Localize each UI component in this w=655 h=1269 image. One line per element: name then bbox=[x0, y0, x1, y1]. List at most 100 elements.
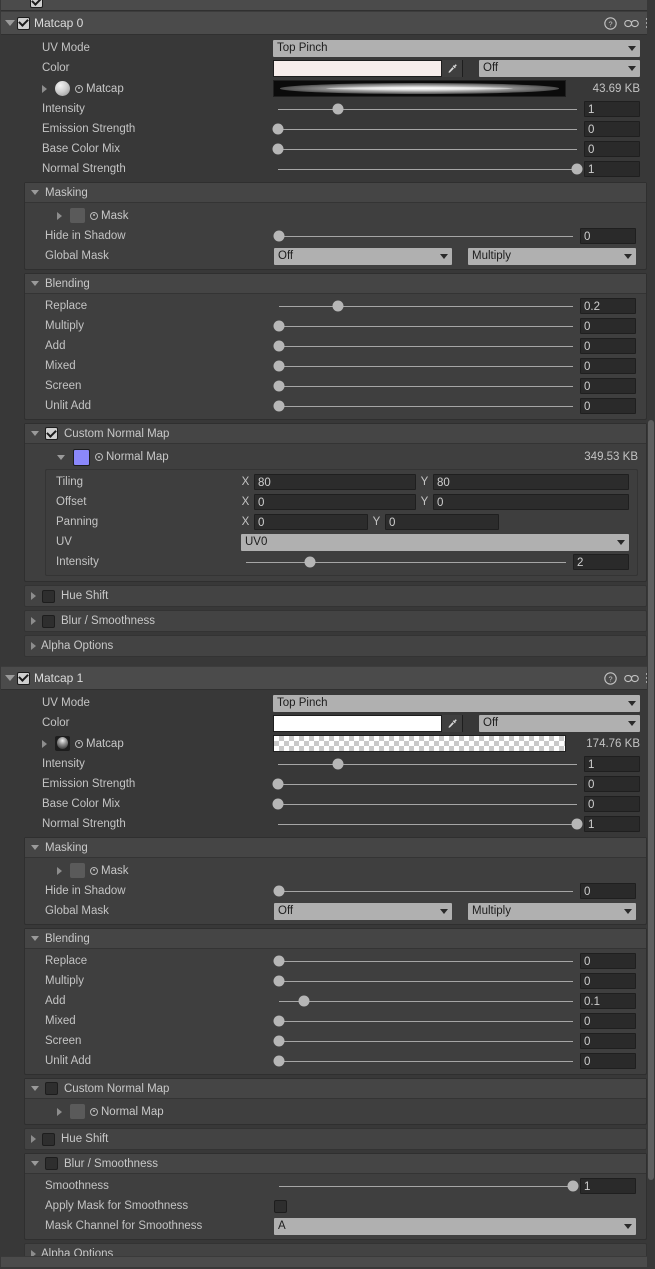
blend-replace-value[interactable]: 0 bbox=[580, 953, 636, 969]
blend-add-slider[interactable] bbox=[273, 336, 578, 356]
blend-add-value[interactable]: 0 bbox=[580, 338, 636, 354]
color-swatch[interactable] bbox=[274, 715, 441, 731]
blur-smoothness-header[interactable]: Blur / Smoothness bbox=[25, 1154, 646, 1174]
foldout-triangle-icon[interactable] bbox=[31, 1135, 36, 1143]
foldout-triangle-icon[interactable] bbox=[5, 675, 15, 681]
emission-strength-value[interactable]: 0 bbox=[584, 121, 640, 137]
object-picker-icon[interactable] bbox=[75, 739, 83, 748]
object-picker-icon[interactable] bbox=[95, 453, 103, 461]
hue-shift-section[interactable]: Hue Shift bbox=[24, 1128, 647, 1150]
blend-screen-value[interactable]: 0 bbox=[580, 1033, 636, 1049]
foldout-triangle-icon[interactable] bbox=[57, 454, 65, 460]
masking-header[interactable]: Masking bbox=[25, 183, 646, 203]
matcap-object-field[interactable]: Matcap bbox=[75, 83, 124, 95]
blend-replace-value[interactable]: 0.2 bbox=[580, 298, 636, 314]
global-mask-blend-dropdown[interactable]: Multiply bbox=[468, 902, 636, 920]
component-header-matcap-1[interactable]: Matcap 1 ? bbox=[1, 666, 654, 690]
blend-mixed-slider[interactable] bbox=[273, 1011, 578, 1031]
matcap-object-field[interactable]: Matcap bbox=[75, 738, 124, 750]
normal-strength-value[interactable]: 1 bbox=[584, 161, 640, 177]
smoothness-slider[interactable] bbox=[274, 1176, 579, 1196]
foldout-triangle-icon[interactable] bbox=[57, 866, 62, 875]
blend-replace-slider[interactable] bbox=[274, 296, 578, 316]
hide-in-shadow-value[interactable]: 0 bbox=[580, 883, 636, 899]
foldout-triangle-icon[interactable] bbox=[31, 936, 39, 941]
blend-unlit-add-slider[interactable] bbox=[273, 396, 578, 416]
blend-mixed-value[interactable]: 0 bbox=[580, 358, 636, 374]
mask-object-field[interactable]: Mask bbox=[90, 210, 128, 222]
hide-in-shadow-slider[interactable] bbox=[273, 881, 578, 901]
blend-unlit-add-slider[interactable] bbox=[273, 1051, 578, 1071]
blend-unlit-add-value[interactable]: 0 bbox=[580, 1053, 636, 1069]
apply-mask-for-smoothness-checkbox[interactable] bbox=[274, 1199, 287, 1213]
foldout-triangle-icon[interactable] bbox=[42, 84, 47, 93]
blur-smoothness-section[interactable]: Blur / Smoothness bbox=[24, 610, 647, 632]
normal-strength-slider[interactable] bbox=[273, 814, 583, 834]
offset-y-field[interactable]: 0 bbox=[433, 494, 629, 510]
base-color-mix-value[interactable]: 0 bbox=[584, 141, 640, 157]
blend-multiply-value[interactable]: 0 bbox=[580, 318, 636, 334]
base-color-mix-value[interactable]: 0 bbox=[584, 796, 640, 812]
smoothness-value[interactable]: 1 bbox=[580, 1178, 636, 1194]
eyedropper-icon[interactable] bbox=[441, 714, 462, 732]
normal-strength-slider[interactable] bbox=[273, 159, 583, 179]
hue-shift-section[interactable]: Hue Shift bbox=[24, 585, 647, 607]
alpha-options-section[interactable]: Alpha Options bbox=[24, 635, 647, 657]
help-icon[interactable]: ? bbox=[604, 16, 617, 30]
link-icon[interactable] bbox=[624, 17, 639, 30]
base-color-mix-slider[interactable] bbox=[272, 139, 582, 159]
vertical-scrollbar[interactable] bbox=[647, 0, 655, 1267]
blend-multiply-value[interactable]: 0 bbox=[580, 973, 636, 989]
foldout-triangle-icon[interactable] bbox=[31, 281, 39, 286]
foldout-triangle-icon[interactable] bbox=[31, 190, 39, 195]
color-swatch[interactable] bbox=[274, 60, 441, 76]
emission-strength-value[interactable]: 0 bbox=[584, 776, 640, 792]
color-mode-dropdown[interactable]: Off bbox=[479, 714, 640, 732]
eyedropper-icon[interactable] bbox=[441, 59, 462, 77]
object-picker-icon[interactable] bbox=[75, 84, 83, 93]
custom-normal-map-header[interactable]: Custom Normal Map bbox=[25, 1079, 646, 1099]
hide-in-shadow-slider[interactable] bbox=[273, 226, 578, 246]
blur-smoothness-checkbox[interactable] bbox=[45, 1157, 58, 1170]
hue-shift-checkbox[interactable] bbox=[42, 1132, 55, 1146]
blend-add-slider[interactable] bbox=[274, 991, 578, 1011]
panning-x-field[interactable]: 0 bbox=[254, 514, 368, 530]
base-color-mix-slider[interactable] bbox=[272, 794, 582, 814]
custom-normal-map-header[interactable]: Custom Normal Map bbox=[25, 424, 646, 444]
emission-strength-slider[interactable] bbox=[272, 119, 582, 139]
foldout-triangle-icon[interactable] bbox=[31, 617, 36, 625]
blur-smoothness-checkbox[interactable] bbox=[42, 614, 55, 628]
object-picker-icon[interactable] bbox=[90, 211, 98, 220]
blend-screen-slider[interactable] bbox=[273, 1031, 578, 1051]
blending-header[interactable]: Blending bbox=[25, 929, 646, 949]
color-field[interactable] bbox=[273, 714, 463, 732]
blend-add-value[interactable]: 0.1 bbox=[580, 993, 636, 1009]
intensity-slider[interactable] bbox=[273, 754, 582, 774]
foldout-triangle-icon[interactable] bbox=[57, 1107, 62, 1116]
link-icon[interactable] bbox=[624, 672, 639, 685]
foldout-triangle-icon[interactable] bbox=[31, 1086, 39, 1091]
sliver-checkbox[interactable] bbox=[30, 0, 43, 8]
component-enable-checkbox[interactable] bbox=[17, 671, 30, 685]
foldout-triangle-icon[interactable] bbox=[31, 431, 39, 436]
blend-replace-slider[interactable] bbox=[273, 951, 578, 971]
custom-normal-map-checkbox[interactable] bbox=[45, 1082, 58, 1095]
intensity-value[interactable]: 1 bbox=[584, 101, 640, 117]
tiling-y-field[interactable]: 80 bbox=[433, 474, 629, 490]
foldout-triangle-icon[interactable] bbox=[5, 20, 15, 26]
global-mask-dropdown[interactable]: Off bbox=[274, 247, 452, 265]
normal-map-object-field[interactable]: Normal Map bbox=[95, 451, 169, 463]
uv-mode-dropdown[interactable]: Top Pinch bbox=[273, 694, 640, 712]
blend-screen-value[interactable]: 0 bbox=[580, 378, 636, 394]
normalmap-intensity-value[interactable]: 2 bbox=[573, 554, 629, 570]
global-mask-blend-dropdown[interactable]: Multiply bbox=[468, 247, 636, 265]
foldout-triangle-icon[interactable] bbox=[31, 1161, 39, 1166]
foldout-triangle-icon[interactable] bbox=[31, 642, 36, 650]
blend-multiply-slider[interactable] bbox=[273, 971, 578, 991]
help-icon[interactable]: ? bbox=[604, 671, 617, 685]
emission-strength-slider[interactable] bbox=[272, 774, 582, 794]
foldout-triangle-icon[interactable] bbox=[31, 592, 36, 600]
global-mask-dropdown[interactable]: Off bbox=[274, 902, 452, 920]
intensity-value[interactable]: 1 bbox=[584, 756, 640, 772]
foldout-triangle-icon[interactable] bbox=[31, 845, 39, 850]
